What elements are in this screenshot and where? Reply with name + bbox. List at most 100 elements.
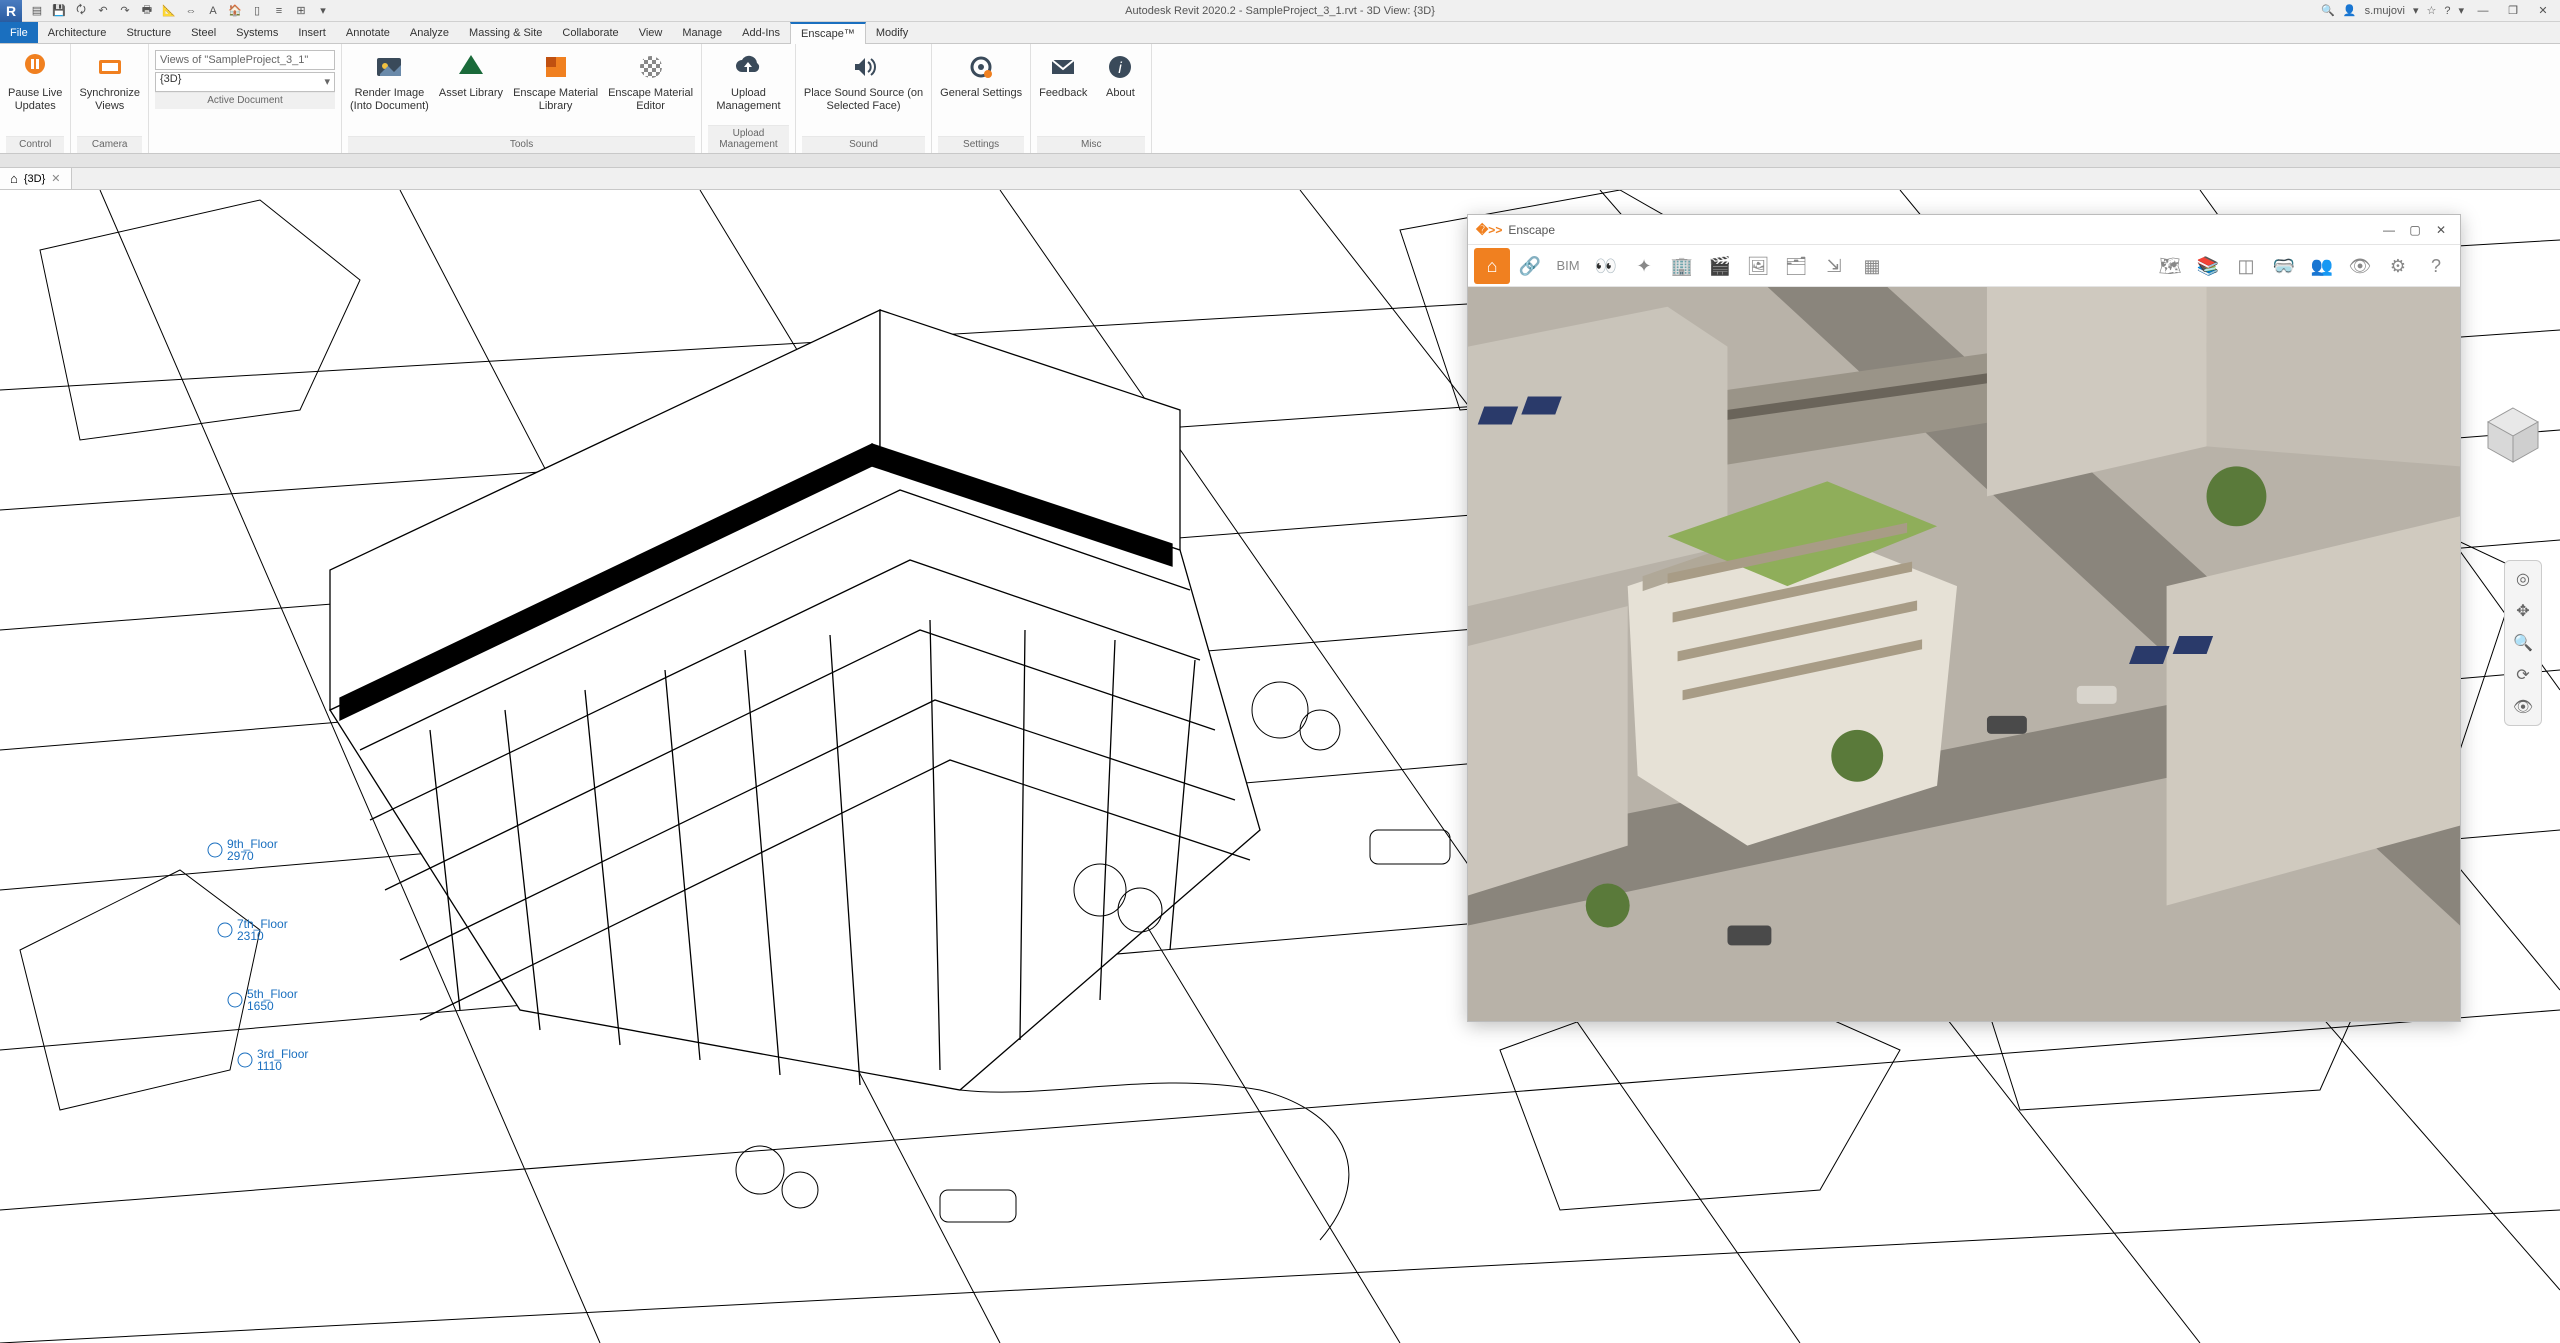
tab-massing[interactable]: Massing & Site bbox=[459, 22, 552, 43]
binoculars-button[interactable]: 👀 bbox=[1588, 248, 1624, 284]
view-select[interactable]: {3D} bbox=[155, 72, 335, 92]
save-icon[interactable]: 💾 bbox=[50, 2, 68, 20]
close-tab-icon[interactable]: ✕ bbox=[51, 172, 60, 185]
view-cube[interactable] bbox=[2478, 400, 2548, 470]
steering-wheel-icon[interactable]: ◎ bbox=[2511, 567, 2535, 591]
orbit-icon[interactable]: ⟳ bbox=[2511, 663, 2535, 687]
tab-modify[interactable]: Modify bbox=[866, 22, 918, 43]
visual-settings-button[interactable]: 👁 bbox=[2342, 248, 2378, 284]
vr-button[interactable]: 🥽 bbox=[2266, 248, 2302, 284]
home-icon: ⌂ bbox=[1487, 257, 1498, 275]
synchronize-views-button[interactable]: Synchronize Views bbox=[77, 46, 142, 117]
3d-icon[interactable]: 🏠 bbox=[226, 2, 244, 20]
bim-button[interactable]: BIM bbox=[1550, 248, 1586, 284]
map-button[interactable]: 🗺 bbox=[2152, 248, 2188, 284]
export-button[interactable]: ⇲ bbox=[1816, 248, 1852, 284]
help-icon[interactable]: ? bbox=[2444, 5, 2450, 17]
thin-lines-icon[interactable]: ≡ bbox=[270, 2, 288, 20]
section-icon[interactable]: ▯ bbox=[248, 2, 266, 20]
tab-collaborate[interactable]: Collaborate bbox=[552, 22, 628, 43]
bbox-button[interactable]: ◫ bbox=[2228, 248, 2264, 284]
asset-library-button[interactable]: Asset Library bbox=[437, 46, 505, 104]
options-bar bbox=[0, 154, 2560, 168]
enscape-titlebar[interactable]: �>> Enscape — ▢ ✕ bbox=[1468, 215, 2460, 245]
favorite-icon[interactable]: ☆ bbox=[2426, 4, 2436, 17]
vr-icon: 🥽 bbox=[2273, 257, 2295, 275]
user-name[interactable]: s.mujovi bbox=[2365, 5, 2405, 17]
images-icon: 🗂 bbox=[1785, 257, 1808, 275]
switch-win-icon[interactable]: ▾ bbox=[314, 2, 332, 20]
video-button[interactable]: 🎬 bbox=[1702, 248, 1738, 284]
about-button[interactable]: i About bbox=[1095, 46, 1145, 104]
enscape-minimize-button[interactable]: — bbox=[2378, 221, 2400, 239]
enscape-maximize-button[interactable]: ▢ bbox=[2404, 221, 2426, 239]
material-library-button[interactable]: Enscape Material Library bbox=[511, 46, 600, 117]
tab-view[interactable]: View bbox=[629, 22, 673, 43]
views-of-input[interactable] bbox=[155, 50, 335, 70]
tab-analyze[interactable]: Analyze bbox=[400, 22, 459, 43]
screenshot-button[interactable]: 🖼 bbox=[1740, 248, 1776, 284]
enscape-close-button[interactable]: ✕ bbox=[2430, 221, 2452, 239]
settings-button[interactable]: ⚙ bbox=[2380, 248, 2416, 284]
search-icon[interactable]: 🔍 bbox=[2321, 4, 2335, 17]
text-icon[interactable]: A bbox=[204, 2, 222, 20]
link-button[interactable]: 🔗 bbox=[1512, 248, 1548, 284]
tab-manage[interactable]: Manage bbox=[672, 22, 732, 43]
redo-icon[interactable]: ↷ bbox=[116, 2, 134, 20]
open-icon[interactable]: ▤ bbox=[28, 2, 46, 20]
tab-structure[interactable]: Structure bbox=[116, 22, 181, 43]
upload-management-button[interactable]: Upload Management bbox=[714, 46, 782, 117]
tab-file[interactable]: File bbox=[0, 22, 38, 43]
ribbon-group-upload: Upload Management Upload Management bbox=[702, 44, 796, 153]
enscape-toolbar: ⌂ 🔗 BIM 👀 ✦ 🏢 🎬 🖼 🗂 ⇲ ▦ 🗺 📚 ◫ 🥽 👥 👁 ⚙ ? bbox=[1468, 245, 2460, 287]
close-hidden-icon[interactable]: ⊞ bbox=[292, 2, 310, 20]
look-icon[interactable]: 👁 bbox=[2511, 695, 2535, 719]
title-bar: R ▤ 💾 🗘 ↶ ↷ 🖶 📐 ⇔ A 🏠 ▯ ≡ ⊞ ▾ Autodesk R… bbox=[0, 0, 2560, 22]
asset-library-icon bbox=[454, 50, 488, 84]
material-editor-button[interactable]: Enscape Material Editor bbox=[606, 46, 695, 117]
view-tab-3d[interactable]: ⌂ {3D} ✕ bbox=[0, 168, 72, 189]
tab-insert[interactable]: Insert bbox=[288, 22, 336, 43]
user-icon[interactable]: 👤 bbox=[2343, 4, 2357, 17]
place-sound-button[interactable]: Place Sound Source (on Selected Face) bbox=[802, 46, 925, 117]
general-settings-button[interactable]: General Settings bbox=[938, 46, 1024, 104]
measure-icon[interactable]: 📐 bbox=[160, 2, 178, 20]
image-icon: 🖼 bbox=[1747, 257, 1770, 275]
pan-icon[interactable]: ✥ bbox=[2511, 599, 2535, 623]
enscape-viewport[interactable] bbox=[1468, 287, 2460, 1021]
batch-render-button[interactable]: 🗂 bbox=[1778, 248, 1814, 284]
bim-icon: BIM bbox=[1556, 258, 1579, 273]
favorite-view-button[interactable]: ✦ bbox=[1626, 248, 1662, 284]
tab-architecture[interactable]: Architecture bbox=[38, 22, 117, 43]
tab-systems[interactable]: Systems bbox=[226, 22, 288, 43]
print-icon[interactable]: 🖶 bbox=[138, 2, 156, 20]
tab-addins[interactable]: Add-Ins bbox=[732, 22, 790, 43]
sync-icon[interactable]: 🗘 bbox=[72, 2, 90, 20]
dim-icon[interactable]: ⇔ bbox=[182, 2, 200, 20]
asset-lib-button[interactable]: 📚 bbox=[2190, 248, 2226, 284]
close-button[interactable]: ✕ bbox=[2532, 2, 2554, 20]
feedback-button[interactable]: Feedback bbox=[1037, 46, 1089, 104]
zoom-icon[interactable]: 🔍 bbox=[2511, 631, 2535, 655]
restore-button[interactable]: ❐ bbox=[2502, 2, 2524, 20]
svg-text:i: i bbox=[1119, 60, 1123, 77]
min-ribbon-icon[interactable]: ▾ bbox=[2458, 4, 2464, 17]
views-button[interactable]: 🏢 bbox=[1664, 248, 1700, 284]
tab-annotate[interactable]: Annotate bbox=[336, 22, 400, 43]
render-image-button[interactable]: Render Image (Into Document) bbox=[348, 46, 431, 117]
sync-views-icon bbox=[93, 50, 127, 84]
help-button[interactable]: ? bbox=[2418, 248, 2454, 284]
tab-steel[interactable]: Steel bbox=[181, 22, 226, 43]
walk-mode-button[interactable]: ⌂ bbox=[1474, 248, 1510, 284]
tab-enscape[interactable]: Enscape™ bbox=[790, 22, 866, 44]
enscape-window[interactable]: �>> Enscape — ▢ ✕ ⌂ 🔗 BIM 👀 ✦ 🏢 🎬 🖼 🗂 ⇲ … bbox=[1467, 214, 2461, 1022]
mono-button[interactable]: ▦ bbox=[1854, 248, 1890, 284]
collab-button[interactable]: 👥 bbox=[2304, 248, 2340, 284]
minimize-button[interactable]: — bbox=[2472, 2, 2494, 20]
dropdown-icon[interactable]: ▾ bbox=[2413, 4, 2419, 17]
enscape-logo-icon: �>> bbox=[1476, 223, 1502, 237]
ribbon-group-active-document: {3D} Active Document bbox=[149, 44, 342, 153]
envelope-icon bbox=[1046, 50, 1080, 84]
pause-live-updates-button[interactable]: Pause Live Updates bbox=[6, 46, 64, 117]
undo-icon[interactable]: ↶ bbox=[94, 2, 112, 20]
